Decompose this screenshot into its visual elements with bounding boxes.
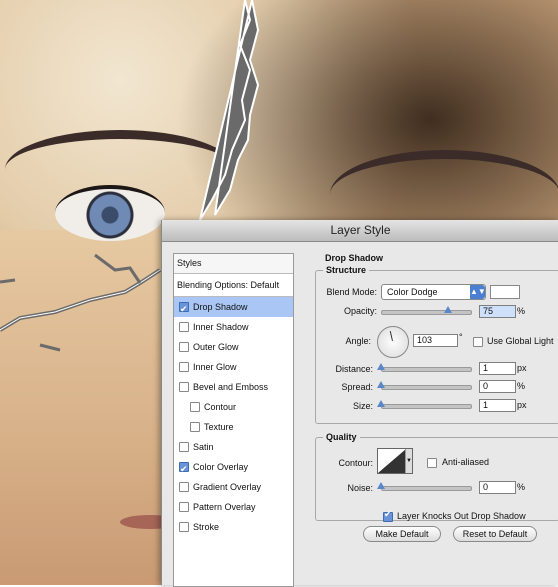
distance-slider[interactable] xyxy=(381,367,472,372)
style-item-label: Drop Shadow xyxy=(193,302,248,312)
angle-unit: ° xyxy=(459,332,463,342)
updown-arrow-icon: ▲▼ xyxy=(470,285,486,299)
style-checkbox[interactable] xyxy=(179,481,189,492)
style-item-bevel-and-emboss[interactable]: Bevel and Emboss xyxy=(174,377,293,397)
style-item-drop-shadow[interactable]: Drop Shadow xyxy=(174,297,293,319)
size-unit: px xyxy=(517,400,527,410)
noise-slider-knob[interactable] xyxy=(377,482,385,489)
use-global-light-label: Use Global Light xyxy=(487,336,554,346)
style-checkbox[interactable] xyxy=(190,401,200,412)
style-checkbox[interactable] xyxy=(179,381,189,392)
styles-header[interactable]: Styles xyxy=(174,254,293,274)
dropdown-arrow-icon: ▼ xyxy=(405,449,412,473)
angle-label: Angle: xyxy=(345,336,371,346)
style-checkbox[interactable] xyxy=(179,501,189,512)
style-item-pattern-overlay[interactable]: Pattern Overlay xyxy=(174,497,293,517)
anti-aliased-label: Anti-aliased xyxy=(442,457,490,467)
style-checkbox[interactable] xyxy=(179,361,189,372)
opacity-input[interactable]: 75 xyxy=(479,305,516,318)
style-checkbox[interactable] xyxy=(190,421,200,432)
dialog-title: Layer Style xyxy=(162,220,558,242)
style-item-label: Texture xyxy=(204,422,234,432)
distance-unit: px xyxy=(517,363,527,373)
blend-mode-value: Color Dodge xyxy=(387,287,438,297)
size-label: Size: xyxy=(352,401,373,411)
style-checkbox[interactable] xyxy=(179,521,189,532)
reset-to-default-button[interactable]: Reset to Default xyxy=(453,526,537,542)
style-item-label: Inner Glow xyxy=(193,362,237,372)
size-slider-knob[interactable] xyxy=(377,400,385,407)
spread-input[interactable]: 0 xyxy=(479,380,516,393)
style-item-color-overlay[interactable]: Color Overlay xyxy=(174,457,293,479)
style-checkbox[interactable] xyxy=(179,441,189,452)
style-item-label: Pattern Overlay xyxy=(193,502,256,512)
blend-mode-select[interactable]: Color Dodge ▲▼ xyxy=(381,284,486,300)
style-item-label: Gradient Overlay xyxy=(193,482,262,492)
angle-dial[interactable] xyxy=(377,326,409,358)
make-default-button[interactable]: Make Default xyxy=(363,526,441,542)
style-item-label: Bevel and Emboss xyxy=(193,382,269,392)
size-slider[interactable] xyxy=(381,404,472,409)
distance-label: Distance: xyxy=(335,364,373,374)
structure-title: Structure xyxy=(323,265,370,275)
knocks-out-checkbox[interactable] xyxy=(383,509,393,522)
blend-mode-label: Blend Mode: xyxy=(326,287,377,297)
spread-slider-knob[interactable] xyxy=(377,381,385,388)
use-global-light-checkbox[interactable] xyxy=(473,337,483,347)
contour-picker[interactable]: ▼ xyxy=(377,448,413,474)
spread-label: Spread: xyxy=(341,382,373,392)
style-item-gradient-overlay[interactable]: Gradient Overlay xyxy=(174,477,293,497)
size-input[interactable]: 1 xyxy=(479,399,516,412)
angle-input[interactable]: 103 xyxy=(413,334,458,347)
style-checkbox[interactable] xyxy=(179,341,189,352)
blending-options-item[interactable]: Blending Options: Default xyxy=(174,274,293,297)
noise-label: Noise: xyxy=(347,483,373,493)
noise-unit: % xyxy=(517,482,526,492)
noise-slider[interactable] xyxy=(381,486,472,491)
anti-aliased-checkbox[interactable] xyxy=(427,458,437,468)
quality-title: Quality xyxy=(323,432,360,442)
opacity-unit: % xyxy=(517,306,526,316)
style-item-label: Outer Glow xyxy=(193,342,239,352)
style-item-label: Satin xyxy=(193,442,214,452)
contour-curve-icon xyxy=(378,449,406,473)
shadow-color-swatch[interactable] xyxy=(490,285,520,299)
distance-slider-knob[interactable] xyxy=(377,363,385,370)
style-item-label: Stroke xyxy=(193,522,220,532)
contour-label: Contour: xyxy=(338,458,373,468)
knocks-out-label: Layer Knocks Out Drop Shadow xyxy=(397,511,526,521)
style-item-label: Color Overlay xyxy=(193,462,249,472)
opacity-label: Opacity: xyxy=(343,306,377,316)
style-item-label: Inner Shadow xyxy=(193,322,249,332)
style-item-inner-shadow[interactable]: Inner Shadow xyxy=(174,317,293,337)
opacity-slider[interactable] xyxy=(381,310,472,315)
opacity-slider-knob[interactable] xyxy=(443,306,452,313)
style-item-contour[interactable]: Contour xyxy=(174,397,293,417)
layer-style-dialog: Layer Style Styles Blending Options: Def… xyxy=(161,220,558,587)
style-item-texture[interactable]: Texture xyxy=(174,417,293,437)
style-item-label: Contour xyxy=(204,402,237,412)
quality-group xyxy=(315,437,558,521)
styles-list: Styles Blending Options: Default Drop Sh… xyxy=(173,253,294,587)
section-title: Drop Shadow xyxy=(325,253,383,263)
spread-slider[interactable] xyxy=(381,385,472,390)
style-checkbox[interactable] xyxy=(179,459,189,479)
style-checkbox[interactable] xyxy=(179,299,189,319)
spread-unit: % xyxy=(517,381,526,391)
style-checkbox[interactable] xyxy=(179,321,189,332)
style-item-satin[interactable]: Satin xyxy=(174,437,293,457)
style-item-outer-glow[interactable]: Outer Glow xyxy=(174,337,293,357)
distance-input[interactable]: 1 xyxy=(479,362,516,375)
style-item-stroke[interactable]: Stroke xyxy=(174,517,293,537)
drop-shadow-panel: Drop Shadow Structure Blend Mode: Color … xyxy=(305,250,558,585)
noise-input[interactable]: 0 xyxy=(479,481,516,494)
style-item-inner-glow[interactable]: Inner Glow xyxy=(174,357,293,377)
